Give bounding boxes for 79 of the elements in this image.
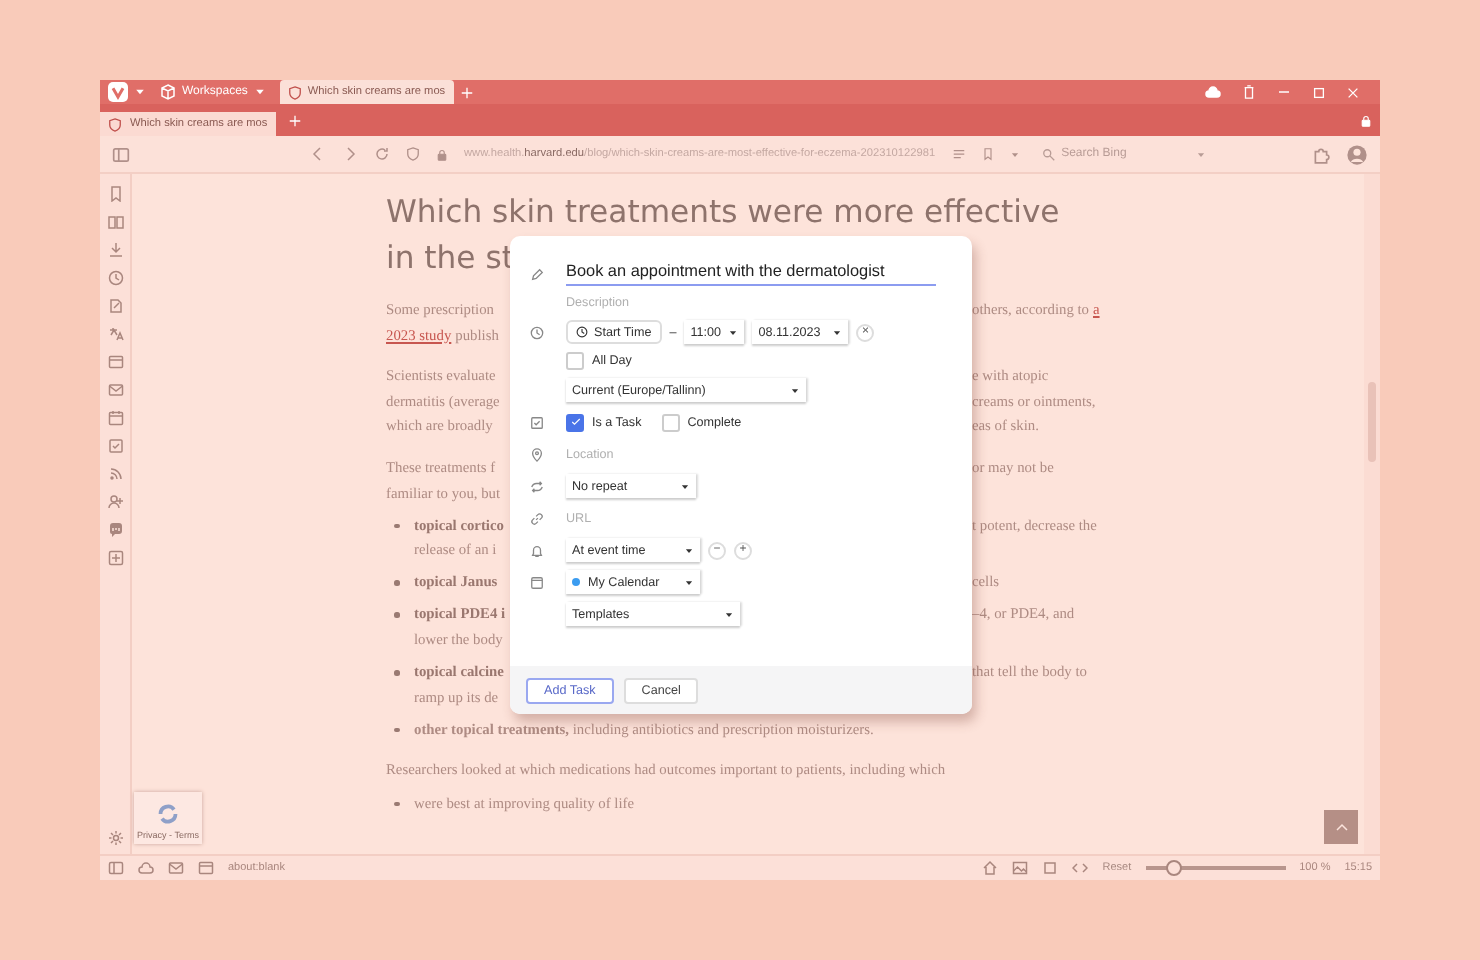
clock-icon [530, 325, 544, 339]
bookmark-icon[interactable] [981, 146, 994, 162]
task-icon[interactable] [107, 438, 123, 454]
bullet-dot [394, 580, 399, 586]
bell-icon [530, 543, 544, 557]
download-icon[interactable] [107, 242, 123, 258]
bullet-dot [394, 801, 399, 806]
calendar-icon[interactable] [107, 410, 123, 426]
history-icon[interactable] [107, 270, 123, 286]
scrollbar[interactable] [1364, 174, 1380, 854]
caret-icon [680, 481, 690, 491]
zoom-slider-thumb[interactable] [1165, 860, 1182, 877]
maximize-icon[interactable] [1312, 85, 1326, 99]
pencil-icon [530, 267, 544, 281]
checklist-icon [530, 415, 544, 429]
cube-icon [160, 84, 176, 100]
checkbox[interactable] [661, 413, 680, 431]
checkbox[interactable] [566, 351, 584, 369]
contacts-icon[interactable] [107, 494, 123, 510]
check-icon [569, 416, 581, 428]
add-panel-icon[interactable] [107, 550, 123, 566]
vivaldi-logo-icon[interactable] [108, 82, 128, 102]
book-icon[interactable] [107, 214, 123, 230]
mail-icon[interactable] [107, 382, 123, 398]
code-icon[interactable] [1072, 860, 1089, 876]
search-icon [1041, 147, 1056, 161]
caret-icon[interactable] [1009, 149, 1020, 159]
settings-icon[interactable] [107, 830, 123, 846]
link-icon [530, 511, 544, 525]
window-icon[interactable] [107, 354, 123, 370]
reload-icon[interactable] [374, 146, 390, 162]
mastodon-icon[interactable] [107, 522, 123, 538]
feed-icon[interactable] [107, 466, 123, 482]
checkbox[interactable] [566, 413, 584, 431]
repeat-icon [530, 479, 544, 493]
panel-toggle-icon[interactable] [108, 860, 124, 876]
bookmark-icon[interactable] [107, 186, 123, 202]
clock-icon [576, 326, 588, 338]
recaptcha-icon [156, 802, 180, 826]
location-pin-icon [530, 447, 544, 461]
chevron-up-icon [1333, 819, 1349, 835]
mail-icon[interactable] [168, 860, 184, 876]
shield-icon[interactable] [406, 146, 420, 162]
bullet-dot [394, 727, 399, 733]
image-icon[interactable] [1012, 860, 1029, 876]
caret-icon [684, 545, 694, 555]
new-tab-icon[interactable] [287, 113, 302, 127]
bullet-dot [394, 670, 399, 676]
calendar-icon [530, 575, 544, 589]
caret-icon [724, 609, 734, 619]
shield-icon [287, 85, 302, 99]
article-heading: Which skin treatments were more effective [386, 192, 1060, 234]
bullet-dot [394, 612, 399, 618]
extensions-icon[interactable] [1312, 145, 1330, 163]
new-tab-icon[interactable] [459, 85, 474, 99]
caret-icon [790, 385, 800, 395]
cloud-icon[interactable] [138, 860, 154, 876]
caret-icon [1195, 149, 1206, 159]
forward-icon[interactable] [342, 146, 358, 162]
title-field[interactable]: Book an appointment with the dermatologist [566, 262, 936, 286]
profile-avatar-icon[interactable] [1346, 143, 1368, 165]
caret-icon [832, 327, 843, 337]
panel-toggle-icon[interactable] [112, 145, 130, 163]
caret-icon [728, 327, 739, 337]
translate-icon[interactable] [107, 326, 123, 342]
trash-icon[interactable] [1242, 84, 1256, 100]
caret-icon[interactable] [134, 86, 146, 98]
lock-icon[interactable] [1360, 113, 1372, 127]
notes-icon[interactable] [107, 298, 123, 314]
lock-icon[interactable] [436, 147, 448, 161]
bullet-dot [394, 523, 399, 529]
window-icon[interactable] [198, 860, 214, 876]
caret-icon [253, 86, 266, 98]
close-icon[interactable] [1346, 85, 1360, 99]
back-icon[interactable] [310, 146, 326, 162]
caret-icon [684, 577, 694, 587]
reader-icon[interactable] [951, 147, 966, 161]
shield-icon [108, 117, 122, 131]
back-to-top-button[interactable] [1324, 810, 1358, 844]
